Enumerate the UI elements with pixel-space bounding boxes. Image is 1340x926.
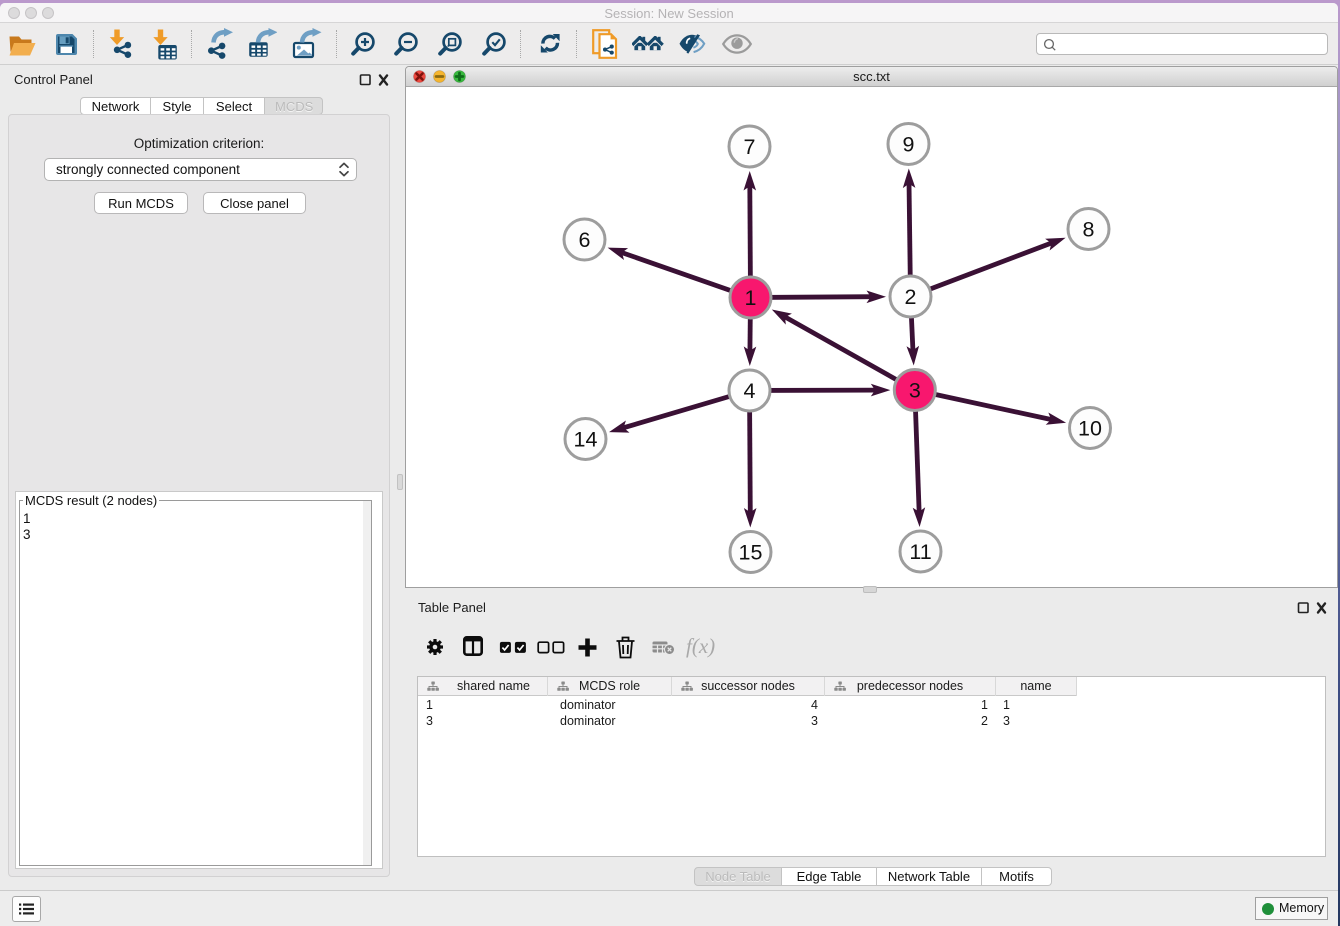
svg-text:4: 4: [744, 379, 756, 403]
svg-text:9: 9: [903, 132, 915, 156]
svg-text:10: 10: [1078, 416, 1102, 440]
svg-text:3: 3: [909, 378, 921, 402]
svg-text:6: 6: [579, 228, 591, 252]
svg-text:15: 15: [739, 540, 763, 564]
svg-text:2: 2: [905, 285, 917, 309]
svg-text:14: 14: [574, 427, 598, 451]
svg-text:11: 11: [909, 540, 931, 564]
svg-text:7: 7: [744, 135, 756, 159]
svg-text:8: 8: [1083, 217, 1095, 241]
svg-text:1: 1: [745, 286, 757, 310]
